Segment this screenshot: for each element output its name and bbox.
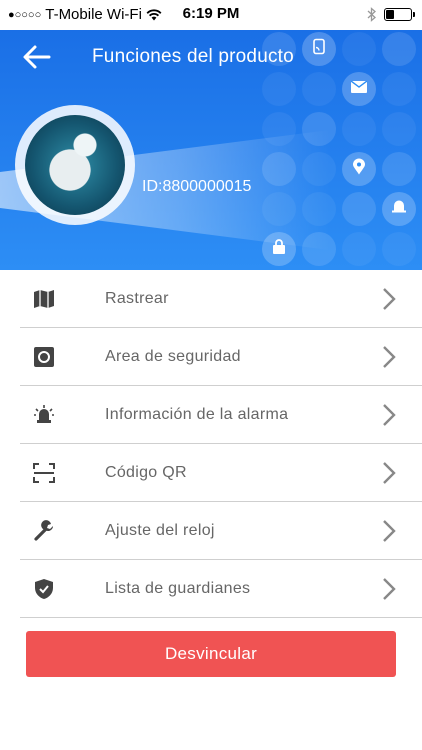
menu-item-track[interactable]: Rastrear bbox=[20, 270, 422, 328]
chevron-right-icon bbox=[383, 345, 396, 368]
menu-item-label: Ajuste del reloj bbox=[105, 521, 215, 539]
qr-scan-icon bbox=[32, 461, 56, 485]
alarm-icon bbox=[391, 199, 407, 220]
status-right bbox=[367, 7, 415, 22]
menu-item-watch-settings[interactable]: Ajuste del reloj bbox=[20, 502, 422, 560]
menu-item-alarm-info[interactable]: Información de la alarma bbox=[20, 386, 422, 444]
status-left: ●○○○○ T-Mobile Wi-Fi bbox=[8, 6, 162, 23]
unlink-button[interactable]: Desvincular bbox=[26, 631, 396, 677]
decorative-bubble bbox=[342, 112, 376, 146]
safe-zone-icon bbox=[32, 345, 56, 369]
decorative-bubble bbox=[342, 32, 376, 66]
phone-icon-bubble bbox=[302, 32, 336, 66]
page-title: Funciones del producto bbox=[92, 46, 294, 67]
device-avatar[interactable] bbox=[25, 115, 125, 215]
wrench-icon bbox=[32, 519, 56, 543]
menu-item-label: Código QR bbox=[105, 463, 187, 481]
menu-item-qr-code[interactable]: Código QR bbox=[20, 444, 422, 502]
decorative-bubble bbox=[302, 72, 336, 106]
chevron-right-icon bbox=[383, 577, 396, 600]
location-pin-icon bbox=[353, 158, 365, 180]
alarm-light-icon bbox=[32, 403, 56, 427]
menu-item-label: Información de la alarma bbox=[105, 405, 289, 423]
menu-item-guardians[interactable]: Lista de guardianes bbox=[20, 560, 422, 618]
decorative-bubble bbox=[382, 112, 416, 146]
decorative-bubble bbox=[342, 232, 376, 266]
bluetooth-icon bbox=[367, 7, 376, 22]
carrier-name: T-Mobile Wi-Fi bbox=[45, 6, 142, 23]
decorative-bubble bbox=[382, 32, 416, 66]
status-time: 6:19 PM bbox=[182, 5, 240, 22]
menu-item-label: Lista de guardianes bbox=[105, 579, 251, 597]
decorative-bubble bbox=[342, 192, 376, 226]
device-id: ID:8800000015 bbox=[142, 178, 252, 195]
status-bar: ●○○○○ T-Mobile Wi-Fi 6:19 PM bbox=[0, 0, 422, 30]
phone-icon bbox=[312, 38, 326, 60]
function-menu: Rastrear Area de seguridad Información d… bbox=[20, 270, 422, 618]
menu-item-safe-zone[interactable]: Area de seguridad bbox=[20, 328, 422, 386]
decorative-bubble bbox=[382, 72, 416, 106]
mail-icon-bubble bbox=[342, 72, 376, 106]
menu-item-label: Area de seguridad bbox=[105, 347, 241, 365]
chevron-right-icon bbox=[383, 403, 396, 426]
alarm-icon-bubble bbox=[382, 192, 416, 226]
decorative-bubble bbox=[382, 232, 416, 266]
chevron-right-icon bbox=[383, 461, 396, 484]
battery-icon bbox=[384, 8, 415, 21]
shield-icon bbox=[32, 577, 56, 601]
chevron-right-icon bbox=[383, 287, 396, 310]
map-icon bbox=[32, 287, 56, 311]
battery-fill bbox=[386, 10, 395, 19]
product-header: Funciones del producto ID:8800000015 bbox=[0, 30, 422, 270]
wifi-icon bbox=[146, 8, 162, 20]
decorative-bubble bbox=[262, 72, 296, 106]
mail-icon bbox=[350, 80, 368, 98]
location-pin-icon-bubble bbox=[342, 152, 376, 186]
menu-item-label: Rastrear bbox=[105, 289, 169, 307]
signal-strength: ●○○○○ bbox=[8, 8, 42, 21]
decorative-bubble bbox=[382, 152, 416, 186]
back-arrow-icon[interactable] bbox=[22, 44, 52, 70]
chevron-right-icon bbox=[383, 519, 396, 542]
